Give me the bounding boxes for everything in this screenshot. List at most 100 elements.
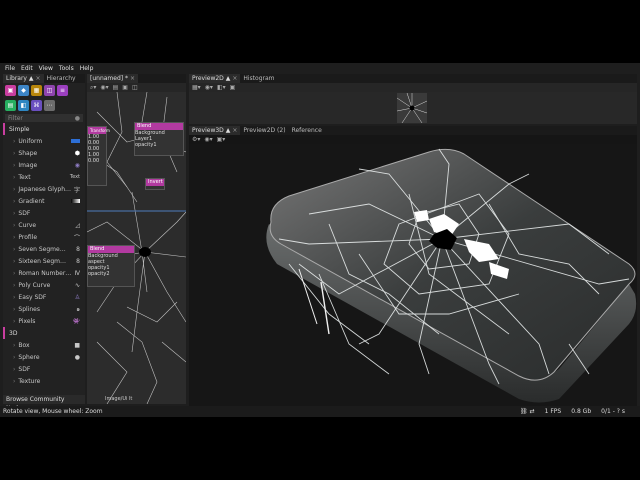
category-icon-1[interactable]: ▣ — [5, 85, 16, 96]
menu-help[interactable]: Help — [80, 65, 94, 72]
export-icon[interactable]: ◧▾ — [217, 84, 226, 91]
library-item-label: Roman Number… — [18, 269, 72, 277]
graph-node[interactable]: Blend Background Layer1 opacity1 — [134, 122, 184, 156]
view-icon[interactable]: ◉▾ — [205, 84, 213, 91]
close-icon[interactable]: × — [36, 75, 41, 82]
grid-icon[interactable]: ▤ — [113, 84, 119, 91]
graph-node[interactable]: Blend Background aspect opacity1 opacity… — [87, 245, 135, 287]
category-icon-8[interactable]: ⌘ — [31, 100, 42, 111]
library-item[interactable]: › Texture — [3, 375, 85, 387]
tab-histogram[interactable]: Histogram — [240, 74, 278, 83]
grid-icon[interactable]: ▦▾ — [192, 84, 201, 91]
library-item-label: SDF — [18, 365, 31, 373]
node-title: Transform — [88, 127, 110, 134]
library-item[interactable]: › Profile ⌒ — [3, 231, 85, 243]
text-thumb-icon: Text — [69, 174, 80, 180]
section-3d-label: 3D — [9, 329, 18, 337]
library-item[interactable]: › Pixels 👾 — [3, 315, 85, 327]
tab-preview2d[interactable]: Preview2D ▲ × — [189, 74, 241, 83]
tab-unnamed[interactable]: [unnamed] * × — [87, 74, 139, 83]
library-item[interactable]: › Roman Number… Ⅳ — [3, 267, 85, 279]
category-icon-3[interactable]: ▦ — [31, 85, 42, 96]
graph-node[interactable]: Invert — [145, 178, 165, 190]
library-item[interactable]: › SDF — [3, 363, 85, 375]
library-item-label: SDF — [18, 209, 31, 217]
graph-tabs: [unnamed] * × — [87, 74, 186, 83]
library-item-label: Curve — [18, 221, 37, 229]
menu-tools[interactable]: Tools — [59, 65, 74, 72]
camera-icon[interactable]: ▣▾ — [217, 136, 226, 143]
preview3d-viewport[interactable] — [189, 144, 637, 406]
lock-icon[interactable]: ▲ — [29, 75, 34, 82]
filter-input[interactable]: Filter ● — [5, 114, 83, 122]
layout-icon[interactable]: ◫ — [132, 84, 138, 91]
close-icon[interactable]: × — [232, 75, 237, 82]
category-icon-7[interactable]: ◧ — [18, 100, 29, 111]
browse-community-nodes-button[interactable]: Browse Community Nodes — [3, 395, 85, 412]
status-right: ⛓ ⇄ 1 FPS 0.8 Gb 0/1 - ? s — [520, 408, 625, 415]
library-item[interactable]: › SDF — [3, 207, 85, 219]
glyph-icon: 字 — [73, 186, 80, 194]
view-icon[interactable]: ◉▾ — [100, 84, 108, 91]
category-icon-4[interactable]: ◫ — [44, 85, 55, 96]
uniform-thumb-icon — [71, 139, 80, 143]
tab-hierarchy[interactable]: Hierarchy — [43, 74, 79, 83]
category-icon-6[interactable]: ▤ — [5, 100, 16, 111]
menu-view[interactable]: View — [39, 65, 53, 72]
library-item[interactable]: › Sixteen Segm… 8 — [3, 255, 85, 267]
status-hint: Rotate view, Mouse wheel: Zoom — [3, 408, 103, 415]
tab-histogram-label: Histogram — [243, 75, 275, 82]
preview2d-canvas[interactable] — [189, 92, 637, 124]
search-icon[interactable]: ⌕▾ — [90, 84, 96, 92]
library-tabs: Library ▲ × Hierarchy — [3, 74, 85, 83]
tab-preview3d[interactable]: Preview3D ▲ × — [189, 126, 241, 135]
category-icon-2[interactable]: ◆ — [18, 85, 29, 96]
close-icon[interactable]: × — [232, 127, 237, 134]
preview3d-toolbar: ⚙▾ ◉▾ ▣▾ — [189, 135, 637, 144]
tab-library[interactable]: Library ▲ × — [3, 74, 44, 83]
library-item[interactable]: › Image ◉ — [3, 159, 85, 171]
graph-node[interactable]: Transform 1.00 0.00 0.00 1.00 0.00 — [87, 126, 110, 186]
image-icon: ◉ — [74, 161, 80, 169]
library-item-label: Splines — [18, 305, 40, 313]
library-item-label: Poly Curve — [18, 281, 51, 289]
library-item[interactable]: › Curve ◿ — [3, 219, 85, 231]
close-icon[interactable]: × — [130, 75, 135, 82]
tab-preview2d-2[interactable]: Preview2D (2) — [240, 126, 289, 135]
tab-preview3d-label: Preview3D — [192, 127, 224, 134]
library-item[interactable]: › Shape ⬢ — [3, 147, 85, 159]
section-simple[interactable]: Simple — [3, 123, 85, 135]
menu-edit[interactable]: Edit — [21, 65, 33, 72]
library-item[interactable]: › Text Text — [3, 171, 85, 183]
tab-hierarchy-label: Hierarchy — [46, 75, 76, 82]
library-item-label: Texture — [18, 377, 41, 385]
box-icon: ■ — [74, 341, 80, 349]
light-icon[interactable]: ◉▾ — [204, 136, 212, 143]
save-icon[interactable]: ▣ — [122, 84, 128, 91]
library-item[interactable]: › Gradient — [3, 195, 85, 207]
library-item-label: Image — [18, 161, 38, 169]
library-item[interactable]: › Seven Segme… 8 — [3, 243, 85, 255]
library-item[interactable]: › Box ■ — [3, 339, 85, 351]
menu-file[interactable]: File — [5, 65, 15, 72]
library-item[interactable]: › Easy SDF ♙ — [3, 291, 85, 303]
memory-usage: 0.8 Gb — [571, 408, 592, 415]
library-item[interactable]: › Poly Curve ∿ — [3, 279, 85, 291]
library-item[interactable]: › Splines ๑ — [3, 303, 85, 315]
tab-unnamed-label: [unnamed] * — [90, 75, 129, 82]
category-icon-9[interactable]: ⋯ — [44, 100, 55, 111]
render-progress: 0/1 - ? s — [601, 408, 625, 415]
sphere-icon: ● — [74, 353, 80, 361]
lock-icon[interactable]: ▣ — [230, 84, 236, 91]
filter-settings-icon[interactable]: ● — [75, 115, 80, 122]
settings-icon[interactable]: ⚙▾ — [192, 136, 200, 143]
section-3d[interactable]: 3D — [3, 327, 85, 339]
library-item[interactable]: › Japanese Glyph… 字 — [3, 183, 85, 195]
library-item[interactable]: › Sphere ● — [3, 351, 85, 363]
library-item-label: Shape — [18, 149, 38, 157]
category-icon-5[interactable]: ≡ — [57, 85, 68, 96]
hexagon-icon: ⬢ — [74, 149, 80, 157]
library-item-label: Japanese Glyph… — [18, 185, 72, 193]
tab-reference[interactable]: Reference — [288, 126, 325, 135]
library-item[interactable]: › Uniform — [3, 135, 85, 147]
